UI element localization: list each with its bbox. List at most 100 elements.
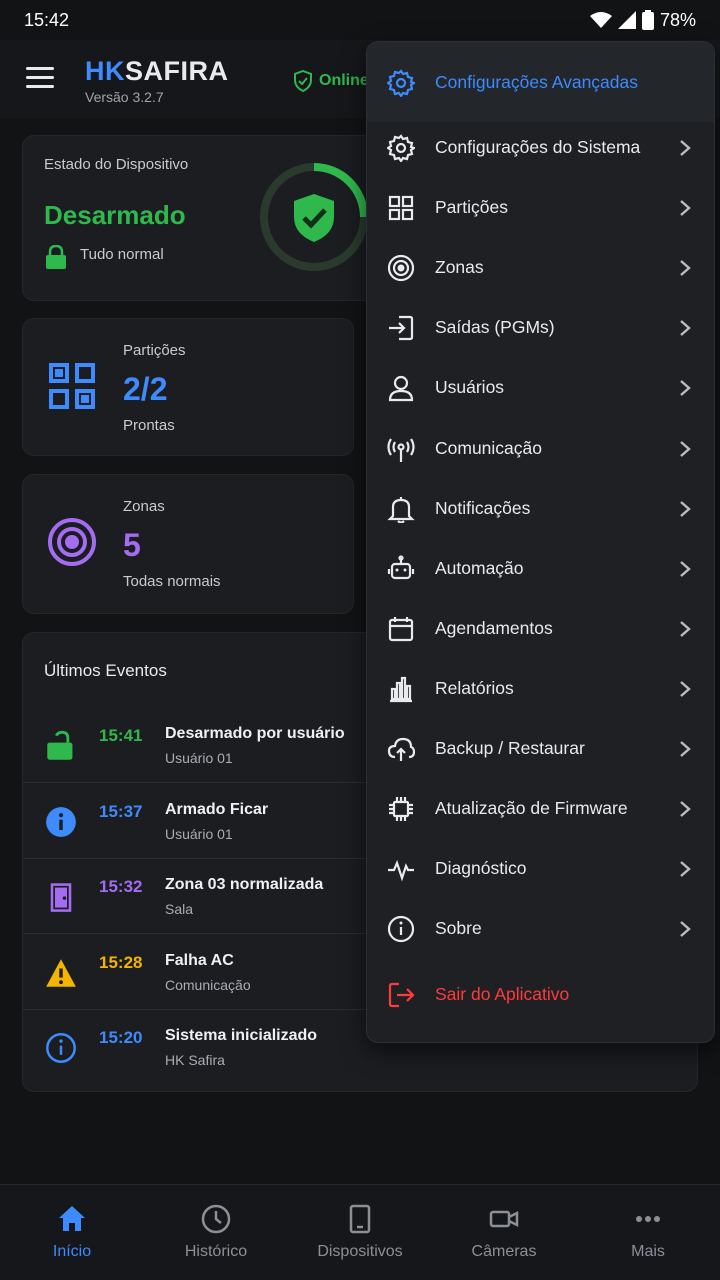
- event-time: 15:41: [99, 726, 143, 745]
- status-time: 15:42: [24, 9, 70, 30]
- nav-mais[interactable]: Mais: [576, 1185, 720, 1280]
- status-bar: 15:42 78%: [0, 0, 720, 40]
- chevron-right-icon: [680, 801, 691, 817]
- info-icon: [46, 1033, 76, 1063]
- event-title: Sistema inicializado: [165, 1027, 318, 1044]
- menu-item-chip[interactable]: Atualização de Firmware: [367, 778, 714, 838]
- partitions-label: Partições: [123, 342, 186, 359]
- zones-sub: Todas normais: [123, 573, 221, 590]
- zones-card[interactable]: Zonas 5 Todas normais: [22, 474, 354, 614]
- menu-item-robot[interactable]: Automação: [367, 538, 714, 598]
- signal-icon: [617, 11, 636, 29]
- event-subtitle: HK Safira: [165, 1052, 225, 1068]
- app-version: Versão 3.2.7: [85, 89, 164, 105]
- nav-label: Histórico: [184, 1243, 248, 1260]
- output-icon: [389, 316, 414, 341]
- target-icon: [48, 518, 96, 566]
- logout-icon: [388, 982, 415, 1008]
- nav-cameras[interactable]: Câmeras: [432, 1185, 576, 1280]
- chevron-right-icon: [680, 320, 691, 337]
- nav-historico[interactable]: Histórico: [144, 1185, 288, 1280]
- gear-icon: [387, 69, 415, 97]
- event-subtitle: Comunicação: [165, 976, 251, 993]
- chevron-right-icon: [680, 921, 691, 938]
- nav-label: Mais: [631, 1243, 665, 1260]
- info-icon: [387, 916, 415, 943]
- menu-item-partitions[interactable]: Partições: [367, 177, 714, 237]
- event-row[interactable]: 15:32 Zona 03 normalizada Sala: [23, 859, 368, 934]
- target-icon: [387, 255, 415, 282]
- brand-name: SAFIRA: [125, 56, 229, 86]
- event-row[interactable]: 15:41 Desarmado por usuário Usuário 01: [23, 708, 368, 783]
- warning-icon: [46, 958, 76, 987]
- cloud-upload-icon: [387, 737, 415, 761]
- menu-item-bell[interactable]: Notificações: [367, 478, 714, 538]
- event-time: 15:28: [99, 952, 143, 972]
- shield-status-icon: [260, 163, 368, 271]
- menu-item-output[interactable]: Saídas (PGMs): [367, 297, 714, 357]
- chevron-right-icon: [680, 200, 691, 216]
- shield-check-icon: [294, 70, 312, 92]
- menu-item-label: Zonas: [435, 257, 484, 278]
- event-row[interactable]: 15:37 Armado Ficar Usuário 01: [23, 784, 368, 859]
- calendar-icon: [388, 616, 414, 641]
- lock-icon: [46, 245, 66, 269]
- menu-item-label: Comunicação: [435, 437, 542, 458]
- menu-item-label: Relatórios: [435, 677, 514, 698]
- robot-icon: [387, 555, 415, 579]
- partitions-icon: [49, 363, 95, 409]
- menu-item-label: Sobre: [435, 918, 482, 939]
- chevron-right-icon: [680, 560, 691, 577]
- brand-hk: HK: [85, 56, 125, 86]
- menu-icon[interactable]: [26, 67, 54, 89]
- menu-item-label: Notificações: [435, 497, 531, 518]
- menu-item-pulse[interactable]: Diagnóstico: [367, 838, 714, 898]
- chevron-right-icon: [680, 140, 691, 156]
- menu-item-cloud-upload[interactable]: Backup / Restaurar: [367, 718, 714, 778]
- menu-item-info[interactable]: Sobre: [367, 898, 714, 958]
- event-title: Desarmado por usuário: [165, 725, 345, 742]
- menu-exit-label: Sair do Aplicativo: [435, 984, 570, 1004]
- online-label: Online: [319, 72, 369, 89]
- menu-item-calendar[interactable]: Agendamentos: [367, 598, 714, 658]
- chevron-right-icon: [680, 380, 691, 397]
- partitions-icon: [388, 195, 414, 221]
- menu-item-label: Saídas (PGMs): [435, 317, 555, 338]
- online-status: Online: [293, 70, 369, 92]
- menu-item-user[interactable]: Usuários: [367, 357, 714, 417]
- event-subtitle: Sala: [165, 901, 194, 917]
- nav-inicio[interactable]: Início: [0, 1185, 144, 1280]
- chevron-right-icon: [680, 861, 691, 878]
- brand-logo: HKSAFIRA: [85, 56, 229, 87]
- event-row[interactable]: 15:28 Falha AC Comunicação: [23, 935, 368, 1010]
- menu-item-exit[interactable]: Sair do Aplicativo: [367, 964, 714, 1024]
- menu-item-antenna[interactable]: Comunicação: [367, 418, 714, 478]
- nav-dispositivos[interactable]: Dispositivos: [288, 1185, 432, 1280]
- gear-icon: [387, 134, 415, 162]
- device-status: Desarmado: [44, 200, 186, 230]
- events-title: Últimos Eventos: [44, 661, 167, 680]
- nav-label: Câmeras: [471, 1243, 537, 1260]
- event-title: Armado Ficar: [165, 800, 269, 818]
- partitions-card[interactable]: Partições 2/2 Prontas: [22, 318, 354, 456]
- antenna-icon: [387, 437, 415, 462]
- event-row[interactable]: 15:20 Sistema inicializado HK Safira: [23, 1010, 368, 1085]
- nav-label: Início: [52, 1243, 92, 1260]
- menu-item-label: Partições: [435, 197, 508, 218]
- event-time: 15:32: [99, 877, 143, 896]
- door-icon: [50, 883, 72, 912]
- menu-item-gear[interactable]: Configurações do Sistema: [367, 117, 714, 177]
- menu-header-advanced-settings[interactable]: Configurações Avançadas: [367, 52, 714, 112]
- zones-label: Zonas: [123, 498, 165, 515]
- event-subtitle: Usuário 01: [165, 825, 233, 842]
- event-time: 15:20: [99, 1028, 143, 1047]
- chevron-right-icon: [680, 620, 691, 637]
- device-state-label: Estado do Dispositivo: [44, 156, 189, 173]
- menu-item-target[interactable]: Zonas: [367, 237, 714, 297]
- wifi-icon: [589, 12, 612, 28]
- chip-icon: [389, 797, 413, 822]
- menu-item-bar-chart[interactable]: Relatórios: [367, 658, 714, 718]
- zones-value: 5: [123, 527, 141, 563]
- partitions-sub: Prontas: [123, 417, 175, 434]
- chevron-right-icon: [680, 680, 691, 697]
